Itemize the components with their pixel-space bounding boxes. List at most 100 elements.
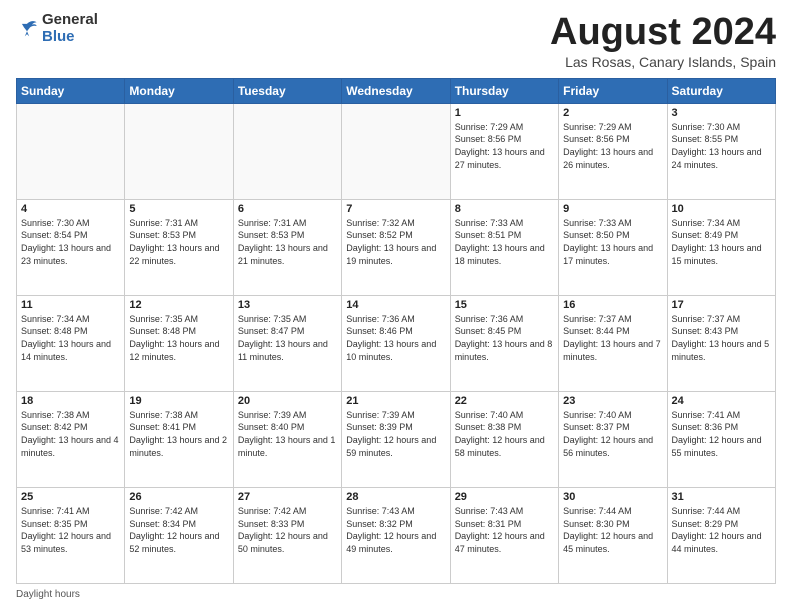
calendar-cell: 8 Sunrise: 7:33 AM Sunset: 8:51 PM Daylig… [450, 199, 558, 295]
calendar-cell [233, 103, 341, 199]
calendar-header-monday: Monday [125, 78, 233, 103]
calendar-cell: 17 Sunrise: 7:37 AM Sunset: 8:43 PM Dayli… [667, 295, 775, 391]
day-number: 24 [672, 395, 771, 407]
calendar-cell: 12 Sunrise: 7:35 AM Sunset: 8:48 PM Dayli… [125, 295, 233, 391]
day-info: Sunrise: 7:35 AM Sunset: 8:48 PM Dayligh… [129, 313, 228, 363]
calendar-cell: 21 Sunrise: 7:39 AM Sunset: 8:39 PM Dayli… [342, 391, 450, 487]
day-number: 19 [129, 395, 228, 407]
day-info: Sunrise: 7:34 AM Sunset: 8:48 PM Dayligh… [21, 313, 120, 363]
day-info: Sunrise: 7:30 AM Sunset: 8:54 PM Dayligh… [21, 217, 120, 267]
day-info: Sunrise: 7:42 AM Sunset: 8:34 PM Dayligh… [129, 505, 228, 555]
calendar-cell: 9Sunrise: 7:33 AM Sunset: 8:50 PM Daylig… [559, 199, 667, 295]
day-info: Sunrise: 7:39 AM Sunset: 8:39 PM Dayligh… [346, 409, 445, 459]
calendar-header-saturday: Saturday [667, 78, 775, 103]
day-info: Sunrise: 7:37 AM Sunset: 8:44 PM Dayligh… [563, 313, 662, 363]
calendar-cell: 3Sunrise: 7:30 AM Sunset: 8:55 PM Daylig… [667, 103, 775, 199]
day-info: Sunrise: 7:36 AM Sunset: 8:45 PM Dayligh… [455, 313, 554, 363]
day-number: 26 [129, 491, 228, 503]
calendar-header-wednesday: Wednesday [342, 78, 450, 103]
day-info: Sunrise: 7:44 AM Sunset: 8:29 PM Dayligh… [672, 505, 771, 555]
day-info: Sunrise: 7:36 AM Sunset: 8:46 PM Dayligh… [346, 313, 445, 363]
calendar-cell [17, 103, 125, 199]
title-block: August 2024 Las Rosas, Canary Islands, S… [550, 12, 776, 70]
day-number: 20 [238, 395, 337, 407]
calendar-header-sunday: Sunday [17, 78, 125, 103]
calendar-header-friday: Friday [559, 78, 667, 103]
calendar-cell: 23Sunrise: 7:40 AM Sunset: 8:37 PM Dayli… [559, 391, 667, 487]
day-number: 3 [672, 107, 771, 119]
day-number: 14 [346, 299, 445, 311]
day-number: 7 [346, 203, 445, 215]
day-number: 22 [455, 395, 554, 407]
calendar-cell: 28Sunrise: 7:43 AM Sunset: 8:32 PM Dayli… [342, 487, 450, 583]
calendar-cell: 11 Sunrise: 7:34 AM Sunset: 8:48 PM Dayli… [17, 295, 125, 391]
day-number: 5 [129, 203, 228, 215]
day-info: Sunrise: 7:35 AM Sunset: 8:47 PM Dayligh… [238, 313, 337, 363]
calendar-cell: 18Sunrise: 7:38 AM Sunset: 8:42 PM Dayli… [17, 391, 125, 487]
logo-bird-icon [16, 18, 38, 40]
calendar-cell: 1 Sunrise: 7:29 AM Sunset: 8:56 PM Daylig… [450, 103, 558, 199]
calendar-cell [125, 103, 233, 199]
calendar-cell: 5 Sunrise: 7:31 AM Sunset: 8:53 PM Daylig… [125, 199, 233, 295]
day-number: 12 [129, 299, 228, 311]
calendar-cell: 6Sunrise: 7:31 AM Sunset: 8:53 PM Daylig… [233, 199, 341, 295]
day-info: Sunrise: 7:40 AM Sunset: 8:37 PM Dayligh… [563, 409, 662, 459]
day-info: Sunrise: 7:41 AM Sunset: 8:36 PM Dayligh… [672, 409, 771, 459]
day-number: 8 [455, 203, 554, 215]
day-number: 17 [672, 299, 771, 311]
footer: Daylight hours [16, 589, 776, 600]
day-number: 15 [455, 299, 554, 311]
day-info: Sunrise: 7:33 AM Sunset: 8:51 PM Dayligh… [455, 217, 554, 267]
calendar-cell: 25 Sunrise: 7:41 AM Sunset: 8:35 PM Dayli… [17, 487, 125, 583]
header: General Blue August 2024 Las Rosas, Cana… [16, 12, 776, 70]
day-number: 2 [563, 107, 662, 119]
calendar-cell: 24 Sunrise: 7:41 AM Sunset: 8:36 PM Dayli… [667, 391, 775, 487]
calendar-header-tuesday: Tuesday [233, 78, 341, 103]
day-info: Sunrise: 7:29 AM Sunset: 8:56 PM Dayligh… [455, 121, 554, 171]
calendar-week-5: 25 Sunrise: 7:41 AM Sunset: 8:35 PM Dayli… [17, 487, 776, 583]
day-number: 6 [238, 203, 337, 215]
logo-blue-text: Blue [42, 28, 75, 45]
day-number: 10 [672, 203, 771, 215]
day-info: Sunrise: 7:37 AM Sunset: 8:43 PM Dayligh… [672, 313, 771, 363]
calendar-cell: 22 Sunrise: 7:40 AM Sunset: 8:38 PM Dayli… [450, 391, 558, 487]
day-number: 16 [563, 299, 662, 311]
day-number: 25 [21, 491, 120, 503]
day-number: 30 [563, 491, 662, 503]
day-number: 1 [455, 107, 554, 119]
calendar-week-3: 11 Sunrise: 7:34 AM Sunset: 8:48 PM Dayli… [17, 295, 776, 391]
day-number: 13 [238, 299, 337, 311]
day-info: Sunrise: 7:39 AM Sunset: 8:40 PM Dayligh… [238, 409, 337, 459]
page: General Blue August 2024 Las Rosas, Cana… [0, 0, 792, 612]
calendar-cell: 14 Sunrise: 7:36 AM Sunset: 8:46 PM Dayli… [342, 295, 450, 391]
day-number: 21 [346, 395, 445, 407]
calendar-cell: 30 Sunrise: 7:44 AM Sunset: 8:30 PM Dayli… [559, 487, 667, 583]
calendar-cell: 27Sunrise: 7:42 AM Sunset: 8:33 PM Dayli… [233, 487, 341, 583]
day-info: Sunrise: 7:31 AM Sunset: 8:53 PM Dayligh… [129, 217, 228, 267]
calendar-cell: 15 Sunrise: 7:36 AM Sunset: 8:45 PM Dayli… [450, 295, 558, 391]
day-number: 11 [21, 299, 120, 311]
calendar-week-2: 4Sunrise: 7:30 AM Sunset: 8:54 PM Daylig… [17, 199, 776, 295]
calendar-cell: 13 Sunrise: 7:35 AM Sunset: 8:47 PM Dayli… [233, 295, 341, 391]
day-info: Sunrise: 7:41 AM Sunset: 8:35 PM Dayligh… [21, 505, 120, 555]
calendar-cell: 20 Sunrise: 7:39 AM Sunset: 8:40 PM Dayli… [233, 391, 341, 487]
day-info: Sunrise: 7:34 AM Sunset: 8:49 PM Dayligh… [672, 217, 771, 267]
day-number: 18 [21, 395, 120, 407]
calendar-week-4: 18Sunrise: 7:38 AM Sunset: 8:42 PM Dayli… [17, 391, 776, 487]
calendar-header-row: SundayMondayTuesdayWednesdayThursdayFrid… [17, 78, 776, 103]
logo-general-text: General [42, 11, 98, 28]
day-info: Sunrise: 7:32 AM Sunset: 8:52 PM Dayligh… [346, 217, 445, 267]
calendar-cell: 26 Sunrise: 7:42 AM Sunset: 8:34 PM Dayli… [125, 487, 233, 583]
day-number: 9 [563, 203, 662, 215]
calendar-cell: 19 Sunrise: 7:38 AM Sunset: 8:41 PM Dayli… [125, 391, 233, 487]
day-number: 27 [238, 491, 337, 503]
day-info: Sunrise: 7:40 AM Sunset: 8:38 PM Dayligh… [455, 409, 554, 459]
day-info: Sunrise: 7:43 AM Sunset: 8:31 PM Dayligh… [455, 505, 554, 555]
day-info: Sunrise: 7:38 AM Sunset: 8:41 PM Dayligh… [129, 409, 228, 459]
day-number: 28 [346, 491, 445, 503]
day-info: Sunrise: 7:44 AM Sunset: 8:30 PM Dayligh… [563, 505, 662, 555]
calendar-cell: 4Sunrise: 7:30 AM Sunset: 8:54 PM Daylig… [17, 199, 125, 295]
calendar-table: SundayMondayTuesdayWednesdayThursdayFrid… [16, 78, 776, 584]
calendar-cell [342, 103, 450, 199]
logo: General Blue [16, 12, 98, 45]
